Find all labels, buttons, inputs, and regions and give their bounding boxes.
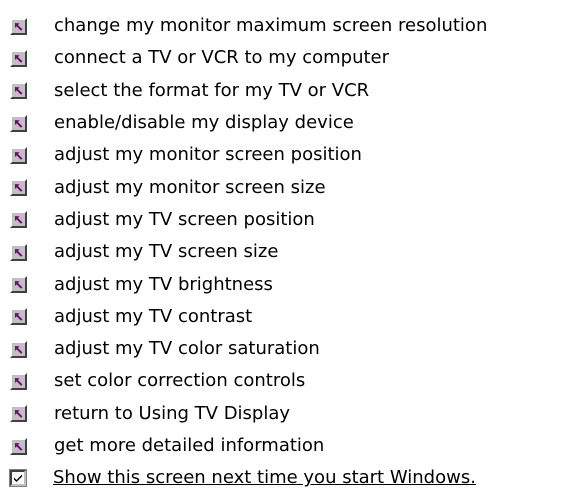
show-on-startup-row[interactable]: Show this screen next time you start Win… bbox=[9, 462, 570, 494]
jump-arrow-icon[interactable] bbox=[10, 405, 27, 423]
topic-row-monitor-size[interactable]: adjust my monitor screen size bbox=[10, 171, 570, 203]
topic-row-tv-position[interactable]: adjust my TV screen position bbox=[10, 204, 570, 236]
topic-label[interactable]: adjust my monitor screen position bbox=[54, 146, 362, 164]
jump-arrow-icon[interactable] bbox=[10, 340, 27, 358]
jump-arrow-icon[interactable] bbox=[10, 17, 27, 35]
topic-label[interactable]: return to Using TV Display bbox=[54, 404, 290, 423]
jump-arrow-icon[interactable] bbox=[10, 211, 27, 229]
topic-label[interactable]: change my monitor maximum screen resolut… bbox=[54, 17, 487, 35]
checkmark-icon bbox=[14, 474, 22, 483]
topic-row-more-info[interactable]: get more detailed information bbox=[10, 430, 570, 462]
topic-label[interactable]: adjust my TV color saturation bbox=[54, 340, 320, 358]
topic-row-monitor-position[interactable]: adjust my monitor screen position bbox=[10, 139, 570, 171]
jump-arrow-icon[interactable] bbox=[10, 437, 27, 455]
jump-arrow-icon[interactable] bbox=[10, 179, 27, 197]
topic-row-tv-contrast[interactable]: adjust my TV contrast bbox=[10, 301, 570, 333]
topic-row-connect-tv[interactable]: connect a TV or VCR to my computer bbox=[10, 42, 570, 74]
topic-label[interactable]: enable/disable my display device bbox=[54, 114, 354, 132]
jump-arrow-icon[interactable] bbox=[10, 49, 27, 67]
show-on-startup-checkbox[interactable] bbox=[9, 469, 27, 488]
jump-arrow-icon[interactable] bbox=[10, 114, 27, 132]
topic-row-tv-size[interactable]: adjust my TV screen size bbox=[10, 236, 570, 268]
jump-arrow-icon[interactable] bbox=[10, 276, 27, 294]
topic-list: change my monitor maximum screen resolut… bbox=[9, 10, 570, 494]
show-on-startup-label[interactable]: Show this screen next time you start Win… bbox=[53, 469, 476, 487]
jump-arrow-icon[interactable] bbox=[10, 146, 27, 164]
topic-label[interactable]: adjust my TV contrast bbox=[54, 307, 252, 326]
jump-arrow-icon[interactable] bbox=[10, 372, 27, 390]
topic-row-tv-brightness[interactable]: adjust my TV brightness bbox=[10, 268, 570, 300]
topic-label[interactable]: connect a TV or VCR to my computer bbox=[54, 49, 389, 67]
topic-label[interactable]: adjust my TV brightness bbox=[54, 275, 273, 294]
topic-row-resolution[interactable]: change my monitor maximum screen resolut… bbox=[10, 10, 570, 42]
topic-label[interactable]: set color correction controls bbox=[54, 372, 305, 390]
jump-arrow-icon[interactable] bbox=[10, 243, 27, 261]
jump-arrow-icon[interactable] bbox=[10, 308, 27, 326]
topic-row-color-correction[interactable]: set color correction controls bbox=[10, 365, 570, 397]
topic-label[interactable]: get more detailed information bbox=[54, 437, 324, 455]
topic-label[interactable]: adjust my TV screen size bbox=[54, 243, 278, 261]
topic-row-return-tv-display[interactable]: return to Using TV Display bbox=[10, 398, 570, 430]
topic-label[interactable]: select the format for my TV or VCR bbox=[54, 81, 369, 100]
topic-row-tv-saturation[interactable]: adjust my TV color saturation bbox=[10, 333, 570, 365]
topic-label[interactable]: adjust my monitor screen size bbox=[54, 178, 326, 197]
topic-row-select-format[interactable]: select the format for my TV or VCR bbox=[10, 75, 570, 107]
topic-label[interactable]: adjust my TV screen position bbox=[54, 210, 315, 229]
jump-arrow-icon[interactable] bbox=[10, 82, 27, 100]
topic-row-enable-display[interactable]: enable/disable my display device bbox=[10, 107, 570, 139]
